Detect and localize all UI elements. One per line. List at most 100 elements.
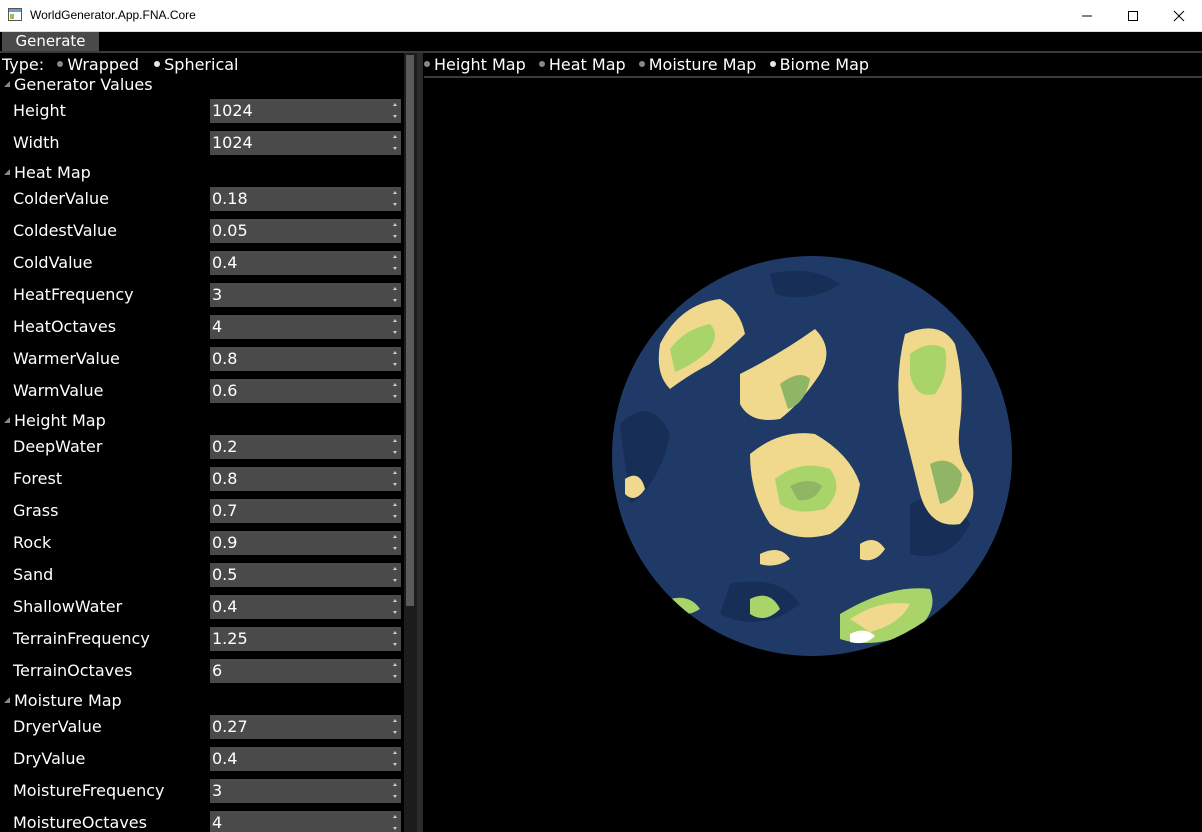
heatfrequency-input[interactable]: 3 xyxy=(210,283,391,307)
spin-up-icon xyxy=(393,223,397,226)
spin-down-icon xyxy=(393,547,397,550)
numeric-spinner[interactable] xyxy=(390,467,401,491)
numeric-spinner[interactable] xyxy=(390,779,401,803)
numeric-spinner[interactable] xyxy=(390,219,401,243)
spin-down-icon xyxy=(393,579,397,582)
radio-dot-icon xyxy=(769,60,776,67)
tab-biome-map[interactable]: Biome Map xyxy=(769,55,869,74)
terrainoctaves-input[interactable]: 6 xyxy=(210,659,391,683)
spin-down-icon xyxy=(393,331,397,334)
numeric-spinner[interactable] xyxy=(390,627,401,651)
spin-down-icon xyxy=(393,675,397,678)
tab-moisture-map[interactable]: Moisture Map xyxy=(638,55,756,74)
field-row-dryervalue: DryerValue 0.27 xyxy=(0,715,402,739)
section-heat-map[interactable]: Heat Map xyxy=(0,163,91,185)
section-height-map[interactable]: Height Map xyxy=(0,411,106,433)
warmervalue-input[interactable]: 0.8 xyxy=(210,347,391,371)
map-viewport[interactable] xyxy=(424,78,1202,832)
moisturefrequency-input[interactable]: 3 xyxy=(210,779,391,803)
forest-input[interactable]: 0.8 xyxy=(210,467,391,491)
field-row-terrainfrequency: TerrainFrequency 1.25 xyxy=(0,627,402,651)
spin-down-icon xyxy=(393,267,397,270)
numeric-spinner[interactable] xyxy=(390,563,401,587)
generate-button[interactable]: Generate xyxy=(2,32,99,51)
type-option-wrapped[interactable]: Wrapped xyxy=(57,55,139,74)
height-input[interactable]: 1024 xyxy=(210,99,391,123)
globe-render[interactable] xyxy=(610,254,1014,658)
dryervalue-input[interactable]: 0.27 xyxy=(210,715,391,739)
settings-scrollbar-thumb[interactable] xyxy=(406,55,414,606)
spin-down-icon xyxy=(393,115,397,118)
radio-dot-icon xyxy=(638,60,645,67)
spin-down-icon xyxy=(393,731,397,734)
numeric-spinner[interactable] xyxy=(390,283,401,307)
settings-panel: Type: Wrapped Spherical Generator Values… xyxy=(0,53,417,832)
collapse-triangle-icon xyxy=(4,696,10,703)
field-row-coldvalue: ColdValue 0.4 xyxy=(0,251,402,275)
numeric-spinner[interactable] xyxy=(390,187,401,211)
coldvalue-input[interactable]: 0.4 xyxy=(210,251,391,275)
numeric-spinner[interactable] xyxy=(390,715,401,739)
numeric-spinner[interactable] xyxy=(390,435,401,459)
field-label: ColdValue xyxy=(13,253,93,272)
field-row-width: Width 1024 xyxy=(0,131,402,155)
numeric-spinner[interactable] xyxy=(390,811,401,832)
field-label: MoistureOctaves xyxy=(13,813,147,832)
field-label: TerrainFrequency xyxy=(13,629,150,648)
minimize-button[interactable] xyxy=(1064,0,1110,31)
heatoctaves-input[interactable]: 4 xyxy=(210,315,391,339)
map-view-tabs: Height Map Heat Map Moisture Map Biome M… xyxy=(424,55,877,75)
field-label: DeepWater xyxy=(13,437,103,456)
shallowwater-input[interactable]: 0.4 xyxy=(210,595,391,619)
field-label: MoistureFrequency xyxy=(13,781,165,800)
numeric-spinner[interactable] xyxy=(390,131,401,155)
numeric-spinner[interactable] xyxy=(390,531,401,555)
terrainfrequency-input[interactable]: 1.25 xyxy=(210,627,391,651)
tab-height-map[interactable]: Height Map xyxy=(424,55,526,74)
numeric-spinner[interactable] xyxy=(390,347,401,371)
numeric-spinner[interactable] xyxy=(390,315,401,339)
field-label: WarmerValue xyxy=(13,349,120,368)
spin-down-icon xyxy=(393,795,397,798)
field-label: TerrainOctaves xyxy=(13,661,133,680)
numeric-spinner[interactable] xyxy=(390,595,401,619)
type-option-spherical[interactable]: Spherical xyxy=(154,55,239,74)
coldervalue-input[interactable]: 0.18 xyxy=(210,187,391,211)
spin-down-icon xyxy=(393,643,397,646)
panel-splitter[interactable] xyxy=(417,53,423,832)
spin-up-icon xyxy=(393,783,397,786)
width-input[interactable]: 1024 xyxy=(210,131,391,155)
numeric-spinner[interactable] xyxy=(390,499,401,523)
dryvalue-input[interactable]: 0.4 xyxy=(210,747,391,771)
radio-dot-icon xyxy=(538,60,545,67)
spin-down-icon xyxy=(393,451,397,454)
spin-down-icon xyxy=(393,483,397,486)
field-label: Height xyxy=(13,101,66,120)
numeric-spinner[interactable] xyxy=(390,659,401,683)
moistureoctaves-input[interactable]: 4 xyxy=(210,811,391,832)
section-generator-values[interactable]: Generator Values xyxy=(0,75,153,97)
field-row-moistureoctaves: MoistureOctaves 4 xyxy=(0,811,402,832)
section-moisture-map[interactable]: Moisture Map xyxy=(0,691,122,713)
numeric-spinner[interactable] xyxy=(390,251,401,275)
maximize-button[interactable] xyxy=(1110,0,1156,31)
tab-heat-map[interactable]: Heat Map xyxy=(538,55,626,74)
numeric-spinner[interactable] xyxy=(390,747,401,771)
field-row-heatoctaves: HeatOctaves 4 xyxy=(0,315,402,339)
field-label: HeatOctaves xyxy=(13,317,117,336)
spin-up-icon xyxy=(393,471,397,474)
sand-input[interactable]: 0.5 xyxy=(210,563,391,587)
grass-input[interactable]: 0.7 xyxy=(210,499,391,523)
spin-up-icon xyxy=(393,103,397,106)
field-label: Sand xyxy=(13,565,54,584)
numeric-spinner[interactable] xyxy=(390,379,401,403)
warmvalue-input[interactable]: 0.6 xyxy=(210,379,391,403)
spin-down-icon xyxy=(393,299,397,302)
numeric-spinner[interactable] xyxy=(390,99,401,123)
spin-up-icon xyxy=(393,631,397,634)
rock-input[interactable]: 0.9 xyxy=(210,531,391,555)
deepwater-input[interactable]: 0.2 xyxy=(210,435,391,459)
coldestvalue-input[interactable]: 0.05 xyxy=(210,219,391,243)
spin-up-icon xyxy=(393,439,397,442)
close-button[interactable] xyxy=(1156,0,1202,31)
